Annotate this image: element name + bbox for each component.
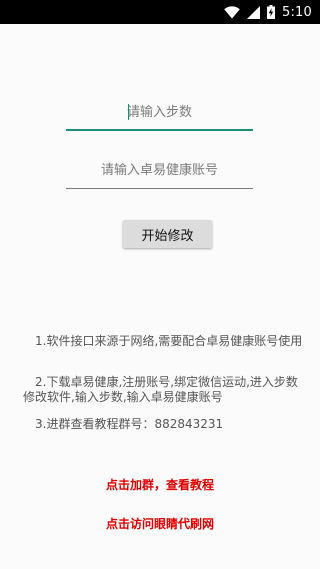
battery-charging-icon: [267, 5, 275, 19]
app-screen: 5:10 开始修改 1.软件接口来源于网络,需要配合卓易健康账号使用 2.下载卓…: [0, 0, 320, 569]
info-text-1: 1.软件接口来源于网络,需要配合卓易健康账号使用: [35, 334, 303, 348]
info-item-3: 3.进群查看教程群号：882843231: [23, 417, 303, 432]
visit-site-link[interactable]: 点击访问眼睛代刷网: [0, 515, 320, 532]
join-group-link[interactable]: 点击加群，查看教程: [0, 476, 320, 493]
account-underline: [66, 188, 253, 189]
wifi-icon: [224, 5, 240, 19]
info-text-2: 2.下载卓易健康,注册账号,绑定微信运动,进入步数修改软件,输入步数,输入卓易健…: [23, 375, 298, 404]
text-cursor: [128, 104, 129, 120]
status-time: 5:10: [282, 4, 312, 20]
steps-underline: [66, 129, 253, 131]
status-icons: 5:10: [224, 5, 312, 20]
start-modify-button[interactable]: 开始修改: [123, 220, 212, 248]
account-field[interactable]: [66, 155, 253, 189]
steps-field[interactable]: [66, 97, 253, 131]
status-bar: 5:10: [0, 0, 320, 24]
steps-input[interactable]: [66, 97, 253, 127]
info-item-2: 2.下载卓易健康,注册账号,绑定微信运动,进入步数修改软件,输入步数,输入卓易健…: [23, 375, 303, 405]
account-input[interactable]: [66, 155, 253, 185]
signal-icon: [247, 5, 260, 19]
info-item-1: 1.软件接口来源于网络,需要配合卓易健康账号使用: [23, 334, 303, 349]
info-text-3: 3.进群查看教程群号：882843231: [35, 417, 224, 431]
